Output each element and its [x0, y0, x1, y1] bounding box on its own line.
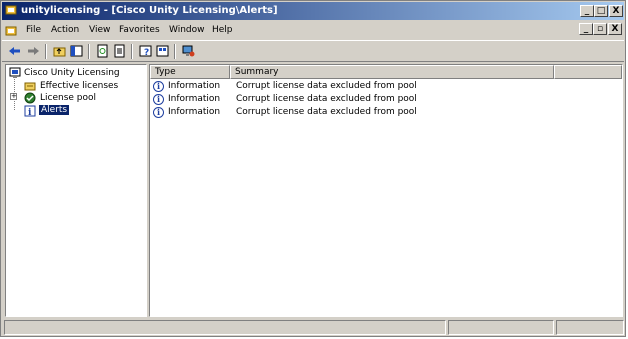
status-bar: [4, 320, 624, 335]
list-row[interactable]: i Information Corrupt license data exclu…: [150, 107, 622, 120]
alerts-icon: i: [24, 105, 36, 117]
menu-action[interactable]: Action: [51, 25, 79, 35]
list-row[interactable]: i Information Corrupt license data exclu…: [150, 81, 622, 94]
menu-view[interactable]: View: [89, 25, 110, 35]
menu-help[interactable]: Help: [212, 25, 233, 35]
mmc-app-icon: [5, 5, 17, 15]
maximize-button[interactable]: □: [594, 5, 608, 17]
results-list[interactable]: Type Summary i Information Corrupt licen…: [149, 64, 623, 317]
menu-favorites[interactable]: Favorites: [119, 25, 160, 35]
status-cell-2: [448, 320, 554, 335]
status-cell-3: [556, 320, 624, 335]
connect-icon[interactable]: [181, 44, 196, 58]
status-cell-main: [4, 320, 446, 335]
toolbar-separator: [174, 44, 176, 59]
tree-root-label[interactable]: Cisco Unity Licensing: [24, 68, 120, 78]
help-icon[interactable]: ?: [138, 44, 153, 58]
toolbar-separator: [88, 44, 90, 59]
information-icon: i: [153, 81, 164, 92]
list-row[interactable]: i Information Corrupt license data exclu…: [150, 94, 622, 107]
mmc-window: unitylicensing - [Cisco Unity Licensing\…: [0, 0, 626, 337]
menu-window[interactable]: Window: [169, 25, 205, 35]
column-header-empty[interactable]: [554, 65, 622, 79]
tree-item-alerts[interactable]: Alerts: [39, 105, 70, 115]
menu-file[interactable]: File: [26, 25, 41, 35]
tree-item-effective-licenses[interactable]: Effective licenses: [40, 81, 118, 91]
information-icon: i: [153, 94, 164, 105]
row-summary: Corrupt license data excluded from pool: [236, 81, 417, 91]
licenses-icon: [24, 82, 36, 91]
column-header-type[interactable]: Type: [150, 65, 230, 79]
child-restore-button[interactable]: ▫: [593, 23, 607, 35]
forward-arrow-icon[interactable]: [26, 44, 41, 58]
window-title: unitylicensing - [Cisco Unity Licensing\…: [21, 5, 278, 16]
row-summary: Corrupt license data excluded from pool: [236, 94, 417, 104]
row-type: Information: [168, 81, 221, 91]
row-summary: Corrupt license data excluded from pool: [236, 107, 417, 117]
show-hide-tree-icon[interactable]: [69, 44, 84, 58]
refresh-icon[interactable]: [95, 44, 110, 58]
toolbar-separator: [45, 44, 47, 59]
console-root-icon: [9, 67, 21, 78]
properties-icon[interactable]: [155, 44, 170, 58]
row-type: Information: [168, 107, 221, 117]
export-list-icon[interactable]: [112, 44, 127, 58]
column-header-summary[interactable]: Summary: [230, 65, 554, 79]
console-tree[interactable]: Cisco Unity Licensing Effective licenses…: [5, 64, 147, 317]
svg-text:?: ?: [144, 48, 149, 58]
minimize-button[interactable]: _: [580, 5, 594, 17]
up-folder-icon[interactable]: [52, 44, 67, 58]
toolbar: ?: [2, 40, 624, 62]
svg-text:i: i: [28, 108, 32, 117]
console-icon[interactable]: [5, 24, 18, 37]
expand-toggle[interactable]: +: [10, 93, 17, 100]
child-close-button[interactable]: X: [608, 23, 622, 35]
back-arrow-icon[interactable]: [7, 44, 22, 58]
child-minimize-button[interactable]: _: [579, 23, 593, 35]
tree-item-license-pool[interactable]: License pool: [40, 93, 96, 103]
title-bar[interactable]: unitylicensing - [Cisco Unity Licensing\…: [2, 2, 624, 20]
toolbar-separator: [131, 44, 133, 59]
row-type: Information: [168, 94, 221, 104]
menu-bar: File Action View Favorites Window Help: [2, 21, 624, 40]
pool-icon: [24, 92, 36, 104]
information-icon: i: [153, 107, 164, 118]
close-button[interactable]: X: [609, 5, 623, 17]
